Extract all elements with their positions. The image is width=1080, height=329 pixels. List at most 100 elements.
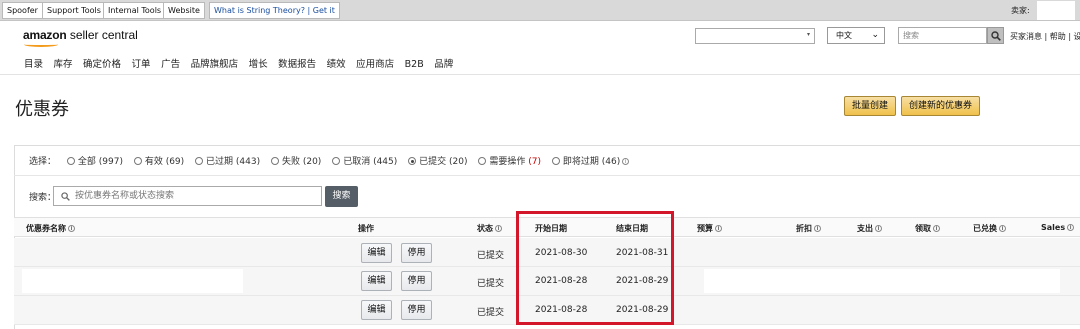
col-header-discount[interactable]: 折扣 i (796, 223, 821, 234)
col-header-actions: 操作 (358, 224, 374, 233)
tab-internal-tools[interactable]: Internal Tools (103, 2, 167, 19)
col-header-sales[interactable]: Sales i (1041, 223, 1075, 232)
status-cell: 已提交 (477, 251, 505, 261)
info-icon[interactable]: i (622, 158, 630, 165)
filter-active[interactable]: 有效 (69) (133, 154, 185, 167)
filter-failed[interactable]: 失败 (20) (270, 154, 322, 167)
nav-item-pricing[interactable]: 确定价格 (83, 56, 121, 70)
radio-icon (133, 157, 142, 165)
tab-support-tools[interactable]: Support Tools (42, 2, 106, 19)
filter-expiring-soon[interactable]: 即将过期 (46) i (551, 154, 630, 167)
filter-expired[interactable]: 已过期 (443) (195, 154, 260, 167)
coupon-name-cell (22, 269, 243, 293)
search-button[interactable]: 搜索 (325, 186, 358, 207)
nav-item-stores[interactable]: 品牌旗舰店 (191, 56, 239, 70)
edit-button[interactable]: 编辑 (361, 243, 392, 263)
header-links[interactable]: 买家消息 | 帮助 | 设 (1010, 31, 1080, 42)
radio-icon (551, 157, 560, 165)
seller-label: 卖家: (1011, 6, 1030, 15)
header-search-button[interactable] (987, 27, 1004, 44)
filter-expired-label: 已过期 (443) (206, 157, 261, 167)
date-columns-highlight (516, 211, 674, 325)
search-placeholder: 按优惠券名称或状态搜索 (75, 191, 175, 201)
seller-selector[interactable] (1037, 1, 1075, 20)
deactivate-button[interactable]: 停用 (401, 271, 432, 291)
tab-website[interactable]: Website (163, 2, 205, 19)
col-header-spend[interactable]: 支出 i (857, 223, 882, 234)
main-nav: 目录 库存 确定价格 订单 广告 品牌旗舰店 增长 数据报告 绩效 应用商店 B2B 品牌 (24, 56, 464, 70)
col-header-name[interactable]: 优惠券名称 i (26, 223, 75, 234)
info-icon[interactable]: i (999, 225, 1006, 232)
language-value: 中文 (836, 31, 852, 40)
filter-canceled[interactable]: 已取消 (445) (332, 154, 397, 167)
filter-all[interactable]: 全部 (997) (66, 154, 123, 167)
nav-item-reports[interactable]: 数据报告 (278, 56, 316, 70)
nav-item-orders[interactable]: 订单 (132, 56, 151, 70)
radio-icon (195, 157, 204, 165)
col-header-clipped[interactable]: 领取 i (915, 223, 940, 234)
radio-icon (478, 157, 487, 165)
info-icon[interactable]: i (68, 225, 75, 232)
create-coupon-button[interactable]: 创建新的优惠券 (901, 96, 981, 116)
marketplace-select[interactable]: ▾ (695, 28, 815, 44)
chevron-down-icon: ⌄ (871, 30, 879, 40)
filter-canceled-label: 已取消 (445) (343, 157, 398, 167)
filter-expiring-soon-label: 即将过期 (46) (562, 157, 621, 167)
radio-icon (270, 157, 279, 165)
logo-brand: amazon (23, 28, 67, 42)
edit-button[interactable]: 编辑 (361, 271, 392, 291)
amazon-seller-central-logo[interactable]: amazon seller central (23, 28, 138, 47)
info-icon[interactable]: i (875, 225, 882, 232)
nav-divider (0, 74, 1080, 75)
bulk-create-button[interactable]: 批量创建 (844, 96, 897, 116)
filter-active-label: 有效 (69) (144, 157, 185, 167)
coupon-search-input[interactable]: 按优惠券名称或状态搜索 (53, 186, 322, 206)
nav-item-performance[interactable]: 绩效 (327, 56, 346, 70)
status-cell: 已提交 (477, 308, 505, 318)
filter-all-label: 全部 (997) (77, 157, 123, 167)
nav-item-b2b[interactable]: B2B (405, 59, 424, 70)
info-icon[interactable]: i (1067, 224, 1075, 231)
filter-failed-label: 失败 (20) (281, 157, 322, 167)
edit-button[interactable]: 编辑 (361, 300, 392, 320)
info-icon[interactable]: i (715, 225, 722, 232)
metrics-cell (704, 269, 1060, 293)
info-icon[interactable]: i (495, 225, 502, 232)
tab-string-theory[interactable]: What is String Theory? | Get it (209, 2, 340, 19)
info-icon[interactable]: i (933, 225, 940, 232)
nav-item-appstore[interactable]: 应用商店 (356, 56, 394, 70)
dev-toolbar: Spoofer Support Tools Internal Tools Web… (0, 0, 1080, 21)
filter-needs-action[interactable]: 需要操作 (7) (478, 154, 541, 167)
nav-item-brands[interactable]: 品牌 (434, 56, 453, 70)
col-header-name-label: 优惠券名称 (26, 224, 66, 233)
nav-item-catalog[interactable]: 目录 (24, 56, 43, 70)
dropdown-caret-icon: ▾ (806, 31, 810, 38)
col-header-redeemed[interactable]: 已兑换 i (973, 223, 1006, 234)
deactivate-button[interactable]: 停用 (401, 243, 432, 263)
language-select[interactable]: 中文 ⌄ (827, 27, 885, 44)
search-label: 搜索： (29, 193, 57, 203)
status-filter: 选择： 全部 (997) 有效 (69) 已过期 (443) 失败 (20) 已… (29, 154, 637, 167)
nav-item-advertising[interactable]: 广告 (161, 56, 180, 70)
col-header-budget[interactable]: 预算 i (697, 223, 722, 234)
status-cell: 已提交 (477, 279, 505, 289)
col-header-status[interactable]: 状态 i (477, 223, 502, 234)
header-search-input[interactable]: 搜索 (898, 27, 987, 44)
deactivate-button[interactable]: 停用 (401, 300, 432, 320)
page-title: 优惠券 (15, 99, 69, 120)
radio-icon (332, 157, 341, 165)
nav-item-growth[interactable]: 增长 (249, 56, 268, 70)
filter-needs-action-label: 需要操作 (489, 157, 526, 167)
tab-spoofer[interactable]: Spoofer (2, 2, 43, 19)
col-header-budget-label: 预算 (697, 224, 713, 233)
panel-divider (14, 175, 1080, 176)
filter-submitted-label: 已提交 (20) (419, 157, 468, 167)
radio-icon (66, 157, 75, 165)
radio-selected-icon (408, 157, 417, 165)
info-icon[interactable]: i (814, 225, 821, 232)
col-header-discount-label: 折扣 (796, 224, 812, 233)
filter-label: 选择： (29, 157, 57, 167)
nav-item-inventory[interactable]: 库存 (54, 56, 73, 70)
filter-submitted[interactable]: 已提交 (20) (408, 154, 467, 167)
search-icon (61, 192, 70, 201)
